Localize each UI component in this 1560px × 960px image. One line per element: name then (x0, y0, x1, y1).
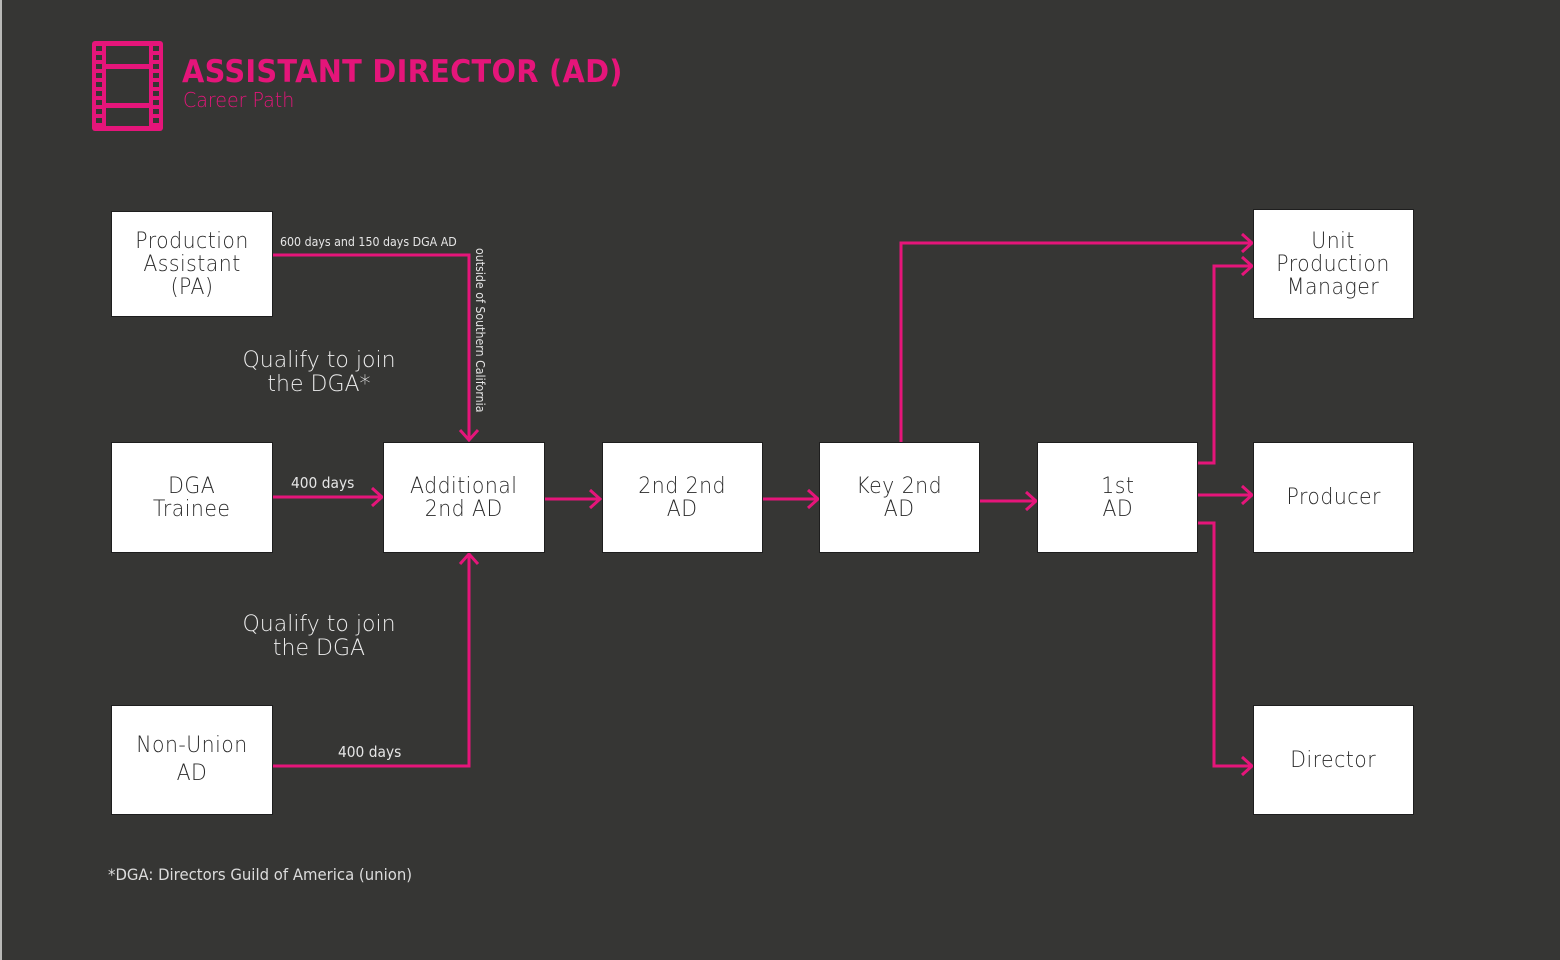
node-label: Key 2nd AD (856, 473, 943, 522)
edge-label-nonunion: 400 days (338, 743, 402, 761)
node-additional-2nd-ad: Additional 2nd AD (383, 442, 545, 553)
edge-label-pa: 600 days and 150 days DGA AD (280, 235, 457, 249)
node-non-union-ad: Non-Union AD (111, 705, 273, 815)
node-unit-production-manager: Unit Production Manager (1253, 209, 1414, 319)
edge-1st-to-upm (1198, 264, 1252, 465)
qualify-dga-note-top: Qualify to join the DGA* (242, 348, 396, 397)
edge-1st-to-director (1198, 521, 1252, 768)
node-producer: Producer (1253, 442, 1414, 553)
node-label: DGA Trainee (153, 473, 231, 522)
node-2nd-2nd-ad: 2nd 2nd AD (602, 442, 763, 553)
footnote: *DGA: Directors Guild of America (union) (108, 865, 413, 884)
edge-label-pa-vertical: outside of Southern California (473, 248, 487, 413)
node-label: 1st AD (1100, 473, 1135, 522)
node-label: Production Assistant (PA) (135, 228, 249, 300)
node-label: Director (1290, 747, 1377, 773)
edge-key-2nd-to-upm (899, 241, 1252, 442)
node-director: Director (1253, 705, 1414, 815)
node-label: Unit Production Manager (1276, 228, 1391, 300)
node-label: 2nd 2nd AD (638, 473, 727, 522)
node-dga-trainee: DGA Trainee (111, 442, 273, 553)
node-key-2nd-ad: Key 2nd AD (819, 442, 980, 553)
node-label: Non-Union AD (136, 733, 248, 786)
node-production-assistant: Production Assistant (PA) (111, 211, 273, 317)
node-label: Producer (1286, 485, 1381, 510)
node-1st-ad: 1st AD (1037, 442, 1198, 553)
node-label: Additional 2nd AD (410, 473, 518, 522)
edge-label-trainee: 400 days (291, 474, 355, 492)
qualify-dga-note-bottom: Qualify to join the DGA (242, 612, 396, 661)
